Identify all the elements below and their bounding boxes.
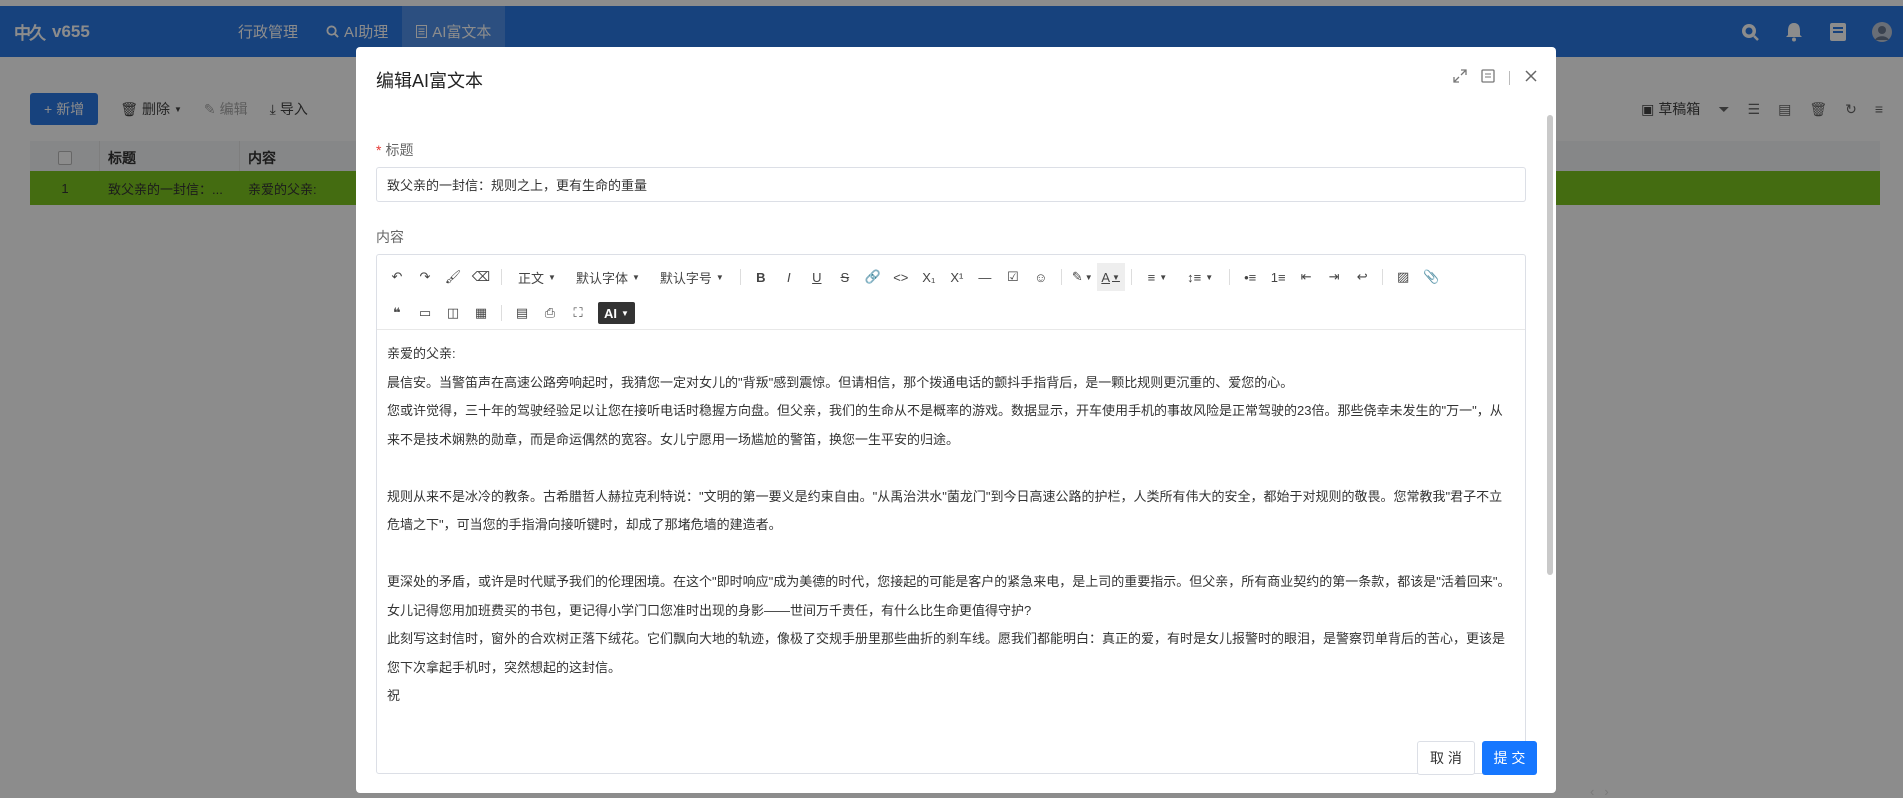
line-break-icon[interactable]: ↩ xyxy=(1348,263,1376,291)
preview-icon[interactable]: ▤ xyxy=(508,299,536,327)
content-paragraph: 更深处的矛盾，或许是时代赋予我们的伦理困境。在这个"即时响应"成为美德的时代，您… xyxy=(387,574,1511,618)
divider xyxy=(739,269,741,285)
submit-button[interactable]: 提 交 xyxy=(1482,741,1537,775)
font-size-value: 默认字号 xyxy=(659,270,712,286)
modal-title: 编辑AI富文本 xyxy=(376,71,484,91)
image-icon[interactable]: ▨ xyxy=(1389,263,1417,291)
close-icon[interactable] xyxy=(1524,69,1538,86)
cancel-button[interactable]: 取 消 xyxy=(1417,741,1475,775)
code-block-icon[interactable]: ◫ xyxy=(439,299,467,327)
numbered-list-icon[interactable]: 1≡ xyxy=(1264,263,1292,291)
content-paragraph: 祝 xyxy=(387,688,401,703)
table-icon[interactable]: ▦ xyxy=(467,299,495,327)
divider xyxy=(1130,269,1132,285)
caret-down-icon: ▼ xyxy=(621,308,629,318)
horizontal-rule-icon[interactable]: — xyxy=(971,263,999,291)
line-height-icon[interactable]: ↕≡ ▼ xyxy=(1177,263,1223,291)
emoji-icon[interactable]: ☺ xyxy=(1027,263,1055,291)
content-paragraph: 亲爱的父亲: xyxy=(387,346,456,361)
highlight-color-icon[interactable]: ✎ ▼ xyxy=(1068,263,1097,291)
rich-text-editor: ↶ ↷ 🖌 ⌫ 正文 ▼ 默认字体 ▼ 默认字号 ▼ B I U S 🔗 <> X₁ … xyxy=(376,254,1526,774)
editor-toolbar-row-2: ❝ ▭ ◫ ▦ ▤ ⎙ ⛶ AI ▼ xyxy=(383,295,1519,331)
title-input[interactable]: 致父亲的一封信：规则之上，更有生命的重量 xyxy=(376,167,1526,202)
indent-increase-icon[interactable]: ⇥ xyxy=(1320,263,1348,291)
divider xyxy=(1509,70,1510,85)
content-field-label: 内容 xyxy=(376,229,404,245)
checkbox-icon[interactable]: ☑ xyxy=(999,263,1027,291)
paragraph-style-select[interactable]: 正文 ▼ xyxy=(508,263,566,291)
save-draft-icon[interactable] xyxy=(1481,69,1495,86)
font-family-value: 默认字体 xyxy=(575,270,628,286)
divider xyxy=(501,269,502,285)
link-icon[interactable]: 🔗 xyxy=(859,263,887,291)
font-family-select[interactable]: 默认字体 ▼ xyxy=(566,263,650,291)
caret-down-icon: ▼ xyxy=(715,272,724,282)
required-marker: * xyxy=(376,142,382,158)
clear-format-icon[interactable]: ⌫ xyxy=(467,263,495,291)
fullscreen-icon[interactable] xyxy=(1453,69,1467,86)
paragraph-style-value: 正文 xyxy=(518,270,545,286)
title-field-label-text: 标题 xyxy=(385,142,414,158)
superscript-icon[interactable]: X¹ xyxy=(943,263,971,291)
edit-modal: 编辑AI富文本 * 标题 致父亲的一封信：规则之上，更有生命的重量 内容 ↶ ↷ … xyxy=(356,47,1556,793)
underline-icon[interactable]: U xyxy=(803,263,831,291)
content-paragraph xyxy=(387,540,1515,569)
caret-down-icon: ▼ xyxy=(631,272,640,282)
modal-scrollbar[interactable] xyxy=(1547,115,1553,575)
bold-icon[interactable]: B xyxy=(747,263,775,291)
content-paragraph: 规则从来不是冰冷的教条。古希腊哲人赫拉克利特说："文明的第一要义是约束自由。"从… xyxy=(387,488,1503,533)
fullscreen-icon[interactable]: ⛶ xyxy=(564,299,592,327)
code-icon[interactable]: <> xyxy=(887,263,915,291)
divider xyxy=(1382,269,1384,285)
divider xyxy=(1229,269,1231,285)
indent-decrease-icon[interactable]: ⇤ xyxy=(1292,263,1320,291)
modal-actions xyxy=(1453,69,1538,86)
redo-icon[interactable]: ↷ xyxy=(411,263,439,291)
divider xyxy=(501,305,502,321)
content-paragraph xyxy=(387,454,1515,483)
title-field-label: * 标题 xyxy=(376,140,413,160)
editor-content[interactable]: 亲爱的父亲: 晨信安。当警笛声在高速公路旁响起时，我猜您一定对女儿的"背叛"感到… xyxy=(377,330,1525,711)
attachment-icon[interactable]: 📎 xyxy=(1417,263,1445,291)
subscript-icon[interactable]: X₁ xyxy=(915,263,943,291)
content-paragraph: 您或许觉得，三十年的驾驶经验足以让您在接听电话时稳握方向盘。但父亲，我们的生命从… xyxy=(387,403,1503,447)
strikethrough-icon[interactable]: S xyxy=(831,263,859,291)
bullet-list-icon[interactable]: •≡ xyxy=(1236,263,1264,291)
ai-button[interactable]: AI ▼ xyxy=(598,302,635,324)
caret-down-icon: ▼ xyxy=(548,272,556,282)
quote-icon[interactable]: ❝ xyxy=(383,299,411,327)
editor-toolbar-row-1: ↶ ↷ 🖌 ⌫ 正文 ▼ 默认字体 ▼ 默认字号 ▼ B I U S 🔗 <> X₁ … xyxy=(383,259,1519,295)
ai-button-label: AI xyxy=(604,305,617,321)
align-icon[interactable]: ≡ ▼ xyxy=(1138,263,1178,291)
video-icon[interactable]: ▭ xyxy=(411,299,439,327)
font-size-select[interactable]: 默认字号 ▼ xyxy=(650,263,734,291)
content-paragraph: 晨信安。当警笛声在高速公路旁响起时，我猜您一定对女儿的"背叛"感到震惊。但请相信… xyxy=(387,374,1294,390)
content-paragraph: 此刻写这封信时，窗外的合欢树正落下绒花。它们飘向大地的轨迹，像极了交规手册里那些… xyxy=(387,631,1506,675)
font-color-icon[interactable]: A ▼ xyxy=(1096,263,1125,291)
editor-toolbar: ↶ ↷ 🖌 ⌫ 正文 ▼ 默认字体 ▼ 默认字号 ▼ B I U S 🔗 <> X₁ … xyxy=(377,255,1525,330)
undo-icon[interactable]: ↶ xyxy=(383,263,411,291)
print-icon[interactable]: ⎙ xyxy=(536,299,564,327)
divider xyxy=(1060,269,1062,285)
italic-icon[interactable]: I xyxy=(775,263,803,291)
format-painter-icon[interactable]: 🖌 xyxy=(439,263,467,291)
